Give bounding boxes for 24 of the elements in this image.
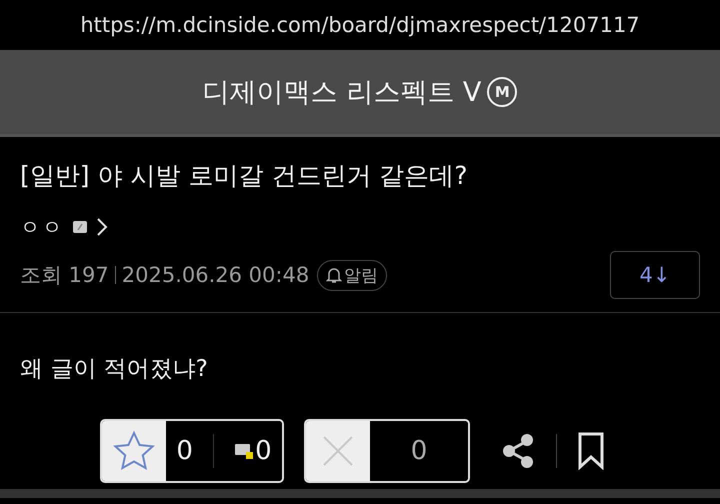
author-name[interactable]: ㅇㅇ [20,214,64,240]
fixed-recommend-count: 0 [255,436,272,466]
member-icon [72,220,88,234]
chevron-right-icon[interactable] [96,217,108,237]
page-url[interactable]: https://m.dcinside.com/board/djmaxrespect/1207117 [0,0,720,50]
bookmark-icon [577,432,605,470]
bookmark-button[interactable] [577,432,605,470]
alert-button[interactable]: 알림 [317,260,388,290]
comment-count-button[interactable]: 4↓ [610,251,700,299]
gallery-title[interactable]: 디제이맥스 리스펙트 V [202,74,482,110]
recommend-count: 0 [176,436,193,466]
view-count: 조회 197 [20,262,109,289]
post-body: 왜 글이 적어졌냐? [19,355,209,384]
share-icon [500,433,536,469]
recommend-button[interactable] [102,421,166,481]
fixed-user-icon [235,443,254,459]
post-title: [일반] 야 시발 로미갈 건드린거 같은데? [20,160,469,192]
share-button[interactable] [500,433,536,469]
bell-icon [326,266,342,284]
cross-icon [321,434,355,468]
minor-gallery-badge: M [487,77,518,107]
downvote-count: 0 [410,436,428,466]
post-date: 2025.06.26 00:48 [122,263,310,287]
star-icon [112,430,156,472]
